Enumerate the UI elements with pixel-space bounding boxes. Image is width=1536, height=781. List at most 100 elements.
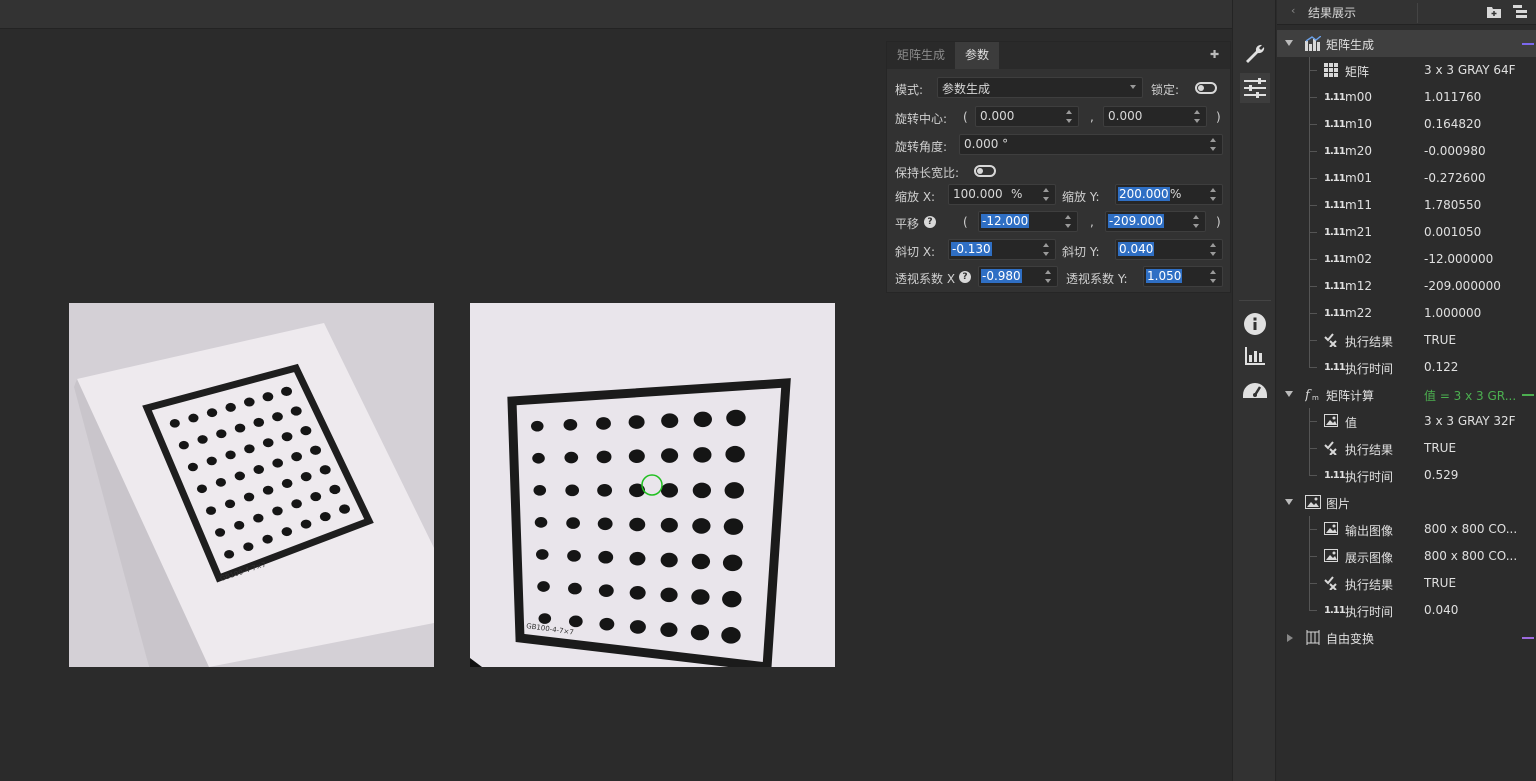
spinner-icon[interactable] — [1210, 241, 1218, 258]
tree-connector — [1309, 124, 1317, 125]
tree-item[interactable]: 1.11 执行时间 0.529 — [1277, 462, 1536, 489]
tree-item[interactable]: 1.11 m11 1.780550 — [1277, 192, 1536, 219]
add-folder-icon[interactable] — [1487, 5, 1501, 18]
number-icon: 1.11 — [1324, 146, 1346, 157]
calibration-dot — [723, 518, 744, 535]
calibration-dot — [629, 585, 646, 600]
mode-select[interactable]: 参数生成 — [937, 77, 1143, 98]
tree-item-label: 执行时间 — [1345, 605, 1394, 619]
perspective-x-input[interactable]: -0.980 — [978, 266, 1058, 287]
tree-item[interactable]: 执行结果 TRUE — [1277, 435, 1536, 462]
help-icon[interactable]: ? — [959, 271, 971, 283]
tab-matrix-generate[interactable]: 矩阵生成 — [887, 42, 955, 69]
rotation-center-y-input[interactable]: 0.000 — [1103, 106, 1207, 127]
calibration-dot — [262, 534, 273, 544]
tree-item[interactable]: 1.11 m02 -12.000000 — [1277, 246, 1536, 273]
spinner-icon[interactable] — [1210, 268, 1218, 285]
spinner-icon[interactable] — [1045, 268, 1053, 285]
list-settings-icon[interactable] — [1513, 5, 1527, 18]
calibration-dot — [693, 411, 712, 428]
tree-item[interactable]: 值 3 x 3 GRAY 32F — [1277, 408, 1536, 435]
tree-item-label: 执行时间 — [1345, 470, 1394, 484]
tree-item[interactable]: 1.11 m12 -209.000000 — [1277, 273, 1536, 300]
tree-item-label: 展示图像 — [1345, 551, 1394, 565]
translate-x-input[interactable]: -12.000 — [978, 211, 1078, 232]
help-icon[interactable]: ? — [924, 216, 936, 228]
sliders-icon[interactable] — [1240, 73, 1270, 103]
scale-y-input[interactable]: 200.000 % — [1115, 184, 1223, 205]
scale-x-input[interactable]: 100.000 % — [948, 184, 1056, 205]
spinner-icon[interactable] — [1065, 213, 1073, 230]
tree-group-0[interactable]: 矩阵生成 — [1277, 30, 1536, 57]
keep-ratio-toggle[interactable] — [974, 165, 996, 177]
svg-text:f: f — [1305, 388, 1312, 402]
info-icon[interactable] — [1240, 309, 1270, 339]
spinner-icon[interactable] — [1193, 213, 1201, 230]
perspective-y-input[interactable]: 1.050 — [1143, 266, 1223, 287]
calibration-dot — [281, 478, 293, 488]
tab-parameters[interactable]: 参数 — [955, 42, 1000, 69]
tree-group-3[interactable]: 自由变换 — [1277, 624, 1536, 651]
tree-item[interactable]: 展示图像 800 x 800 CO... — [1277, 543, 1536, 570]
spinner-icon[interactable] — [1210, 136, 1218, 153]
spinner-icon[interactable] — [1043, 186, 1051, 203]
calibration-dot — [291, 499, 302, 509]
tree-item[interactable]: 1.11 m10 0.164820 — [1277, 111, 1536, 138]
tree-connector — [1309, 286, 1317, 287]
calibration-dot — [721, 627, 741, 644]
chart-icon[interactable] — [1240, 341, 1270, 371]
tree-item[interactable]: 执行结果 TRUE — [1277, 570, 1536, 597]
calibration-dot — [224, 499, 236, 509]
collapse-icon[interactable]: ‹ — [1291, 4, 1295, 17]
tree-item[interactable]: 1.11 执行时间 0.040 — [1277, 597, 1536, 624]
number-icon: 1.11 — [1324, 200, 1346, 211]
expand-right-icon[interactable] — [1287, 634, 1293, 642]
calibration-dot — [534, 517, 548, 528]
tree-item-value: TRUE — [1424, 441, 1457, 455]
tree-group-1[interactable]: f m 矩阵计算 值 = 3 x 3 GR... — [1277, 381, 1536, 408]
calibration-dot — [272, 506, 283, 516]
wrench-icon[interactable] — [1240, 39, 1270, 69]
calibration-dot — [291, 452, 302, 462]
parameter-panel: 矩阵生成 参数 ✚ 模式: 参数生成 锁定: 旋转中心: ( 0.000 , 0… — [886, 41, 1231, 293]
tree-group-2[interactable]: 图片 — [1277, 489, 1536, 516]
expand-down-icon[interactable] — [1285, 499, 1293, 505]
function-icon: fm — [1304, 387, 1321, 403]
tree-item[interactable]: 矩阵 3 x 3 GRAY 64F — [1277, 57, 1536, 84]
translate-y-input[interactable]: -209.000 — [1105, 211, 1206, 232]
shear-x-value: -0.130 — [951, 242, 992, 256]
tree-item[interactable]: 1.11 m20 -0.000980 — [1277, 138, 1536, 165]
rotation-angle-input[interactable]: 0.000 ° — [959, 134, 1223, 155]
tree-item[interactable]: 1.11 执行时间 0.122 — [1277, 354, 1536, 381]
tree-item[interactable]: 1.11 m22 1.000000 — [1277, 300, 1536, 327]
expand-down-icon[interactable] — [1285, 40, 1293, 46]
tree-item-value: 0.001050 — [1424, 225, 1482, 239]
tree-group-label: 图片 — [1326, 497, 1351, 511]
shear-x-input[interactable]: -0.130 — [948, 239, 1056, 260]
scale-x-label: 缩放 X: — [895, 190, 936, 204]
expand-down-icon[interactable] — [1285, 391, 1293, 397]
tree-item-value: -0.000980 — [1424, 144, 1486, 158]
tree-connector — [1309, 340, 1317, 341]
tree-item-value: 1.000000 — [1424, 306, 1482, 320]
tree-item[interactable]: 执行结果 TRUE — [1277, 327, 1536, 354]
image-icon — [1324, 522, 1340, 537]
calibration-dot — [216, 429, 227, 439]
source-image: GB100-4-7×7 — [69, 303, 434, 667]
pin-icon[interactable]: ✚ — [1210, 48, 1222, 61]
dashboard-icon[interactable] — [1240, 375, 1270, 405]
shear-y-input[interactable]: 0.040 — [1115, 239, 1223, 260]
calibration-dot — [225, 402, 236, 412]
tree-item[interactable]: 1.11 m01 -0.272600 — [1277, 165, 1536, 192]
lock-toggle[interactable] — [1195, 82, 1217, 94]
tree-item[interactable]: 1.11 m00 1.011760 — [1277, 84, 1536, 111]
tree-item[interactable]: 输出图像 800 x 800 CO... — [1277, 516, 1536, 543]
spinner-icon[interactable] — [1194, 108, 1202, 125]
spinner-icon[interactable] — [1210, 186, 1218, 203]
scale-y-unit: % — [1170, 187, 1182, 201]
spinner-icon[interactable] — [1066, 108, 1074, 125]
calibration-dot — [205, 506, 217, 515]
tree-item[interactable]: 1.11 m21 0.001050 — [1277, 219, 1536, 246]
rotation-center-x-input[interactable]: 0.000 — [975, 106, 1079, 127]
spinner-icon[interactable] — [1043, 241, 1051, 258]
